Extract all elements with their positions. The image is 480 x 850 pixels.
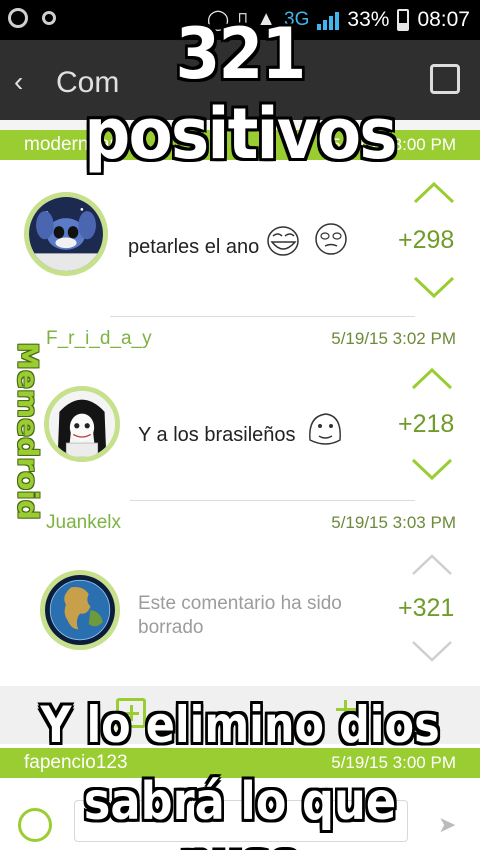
- comment-username[interactable]: Juankelx: [46, 512, 121, 534]
- avatar[interactable]: [24, 192, 108, 276]
- upvote-button[interactable]: [412, 180, 456, 206]
- downvote-button[interactable]: [410, 638, 454, 664]
- divider: [130, 500, 415, 501]
- comment-timestamp: 5/19/15 3:03 PM: [331, 513, 456, 532]
- downvote-button[interactable]: [412, 274, 456, 300]
- caption-bottom-line2: sabrá lo que puso: [83, 772, 397, 850]
- jeff-the-killer-avatar-image: [49, 391, 115, 457]
- me-gusta-face-icon: [315, 223, 347, 255]
- upvote-button[interactable]: [410, 552, 454, 578]
- watermark-text: Memedroid: [11, 341, 45, 520]
- memedroid-watermark: Memedroid: [10, 342, 46, 520]
- comment-username[interactable]: F_r_i_d_a_y: [46, 328, 152, 350]
- vote-score: +298: [398, 226, 455, 254]
- caption-bottom-line1: Y lo elimino dios: [40, 696, 440, 754]
- downvote-button[interactable]: [410, 456, 454, 482]
- caption-top: 321 positivos: [84, 13, 397, 175]
- comment-text: Y a los brasileños: [138, 424, 296, 446]
- deleted-comment-text: Este comentario ha sido borrado: [138, 593, 342, 638]
- divider: [110, 316, 415, 317]
- chevron-down-icon: [411, 458, 453, 481]
- chevron-up-icon: [412, 554, 452, 575]
- chevron-up-icon: [411, 367, 453, 390]
- comment-timestamp: 5/19/15 3:00 PM: [331, 753, 456, 772]
- globe-avatar-image: [45, 575, 115, 645]
- rage-face-icon: [309, 413, 341, 445]
- vote-score: +218: [398, 410, 455, 438]
- avatar[interactable]: [44, 386, 120, 462]
- avatar[interactable]: [40, 570, 120, 650]
- chevron-down-icon: [413, 276, 455, 299]
- stitch-avatar-image: [29, 197, 103, 271]
- upvote-button[interactable]: [410, 366, 454, 392]
- vote-score: +321: [398, 594, 455, 622]
- comment-text: petarles el ano: [128, 236, 260, 258]
- reply-header: F_r_i_d_a_y 5/19/15 3:02 PM: [0, 324, 480, 354]
- troll-face-icon: [267, 226, 299, 256]
- reply-header: Juankelx 5/19/15 3:03 PM: [0, 508, 480, 538]
- comment-timestamp: 5/19/15 3:02 PM: [331, 329, 456, 348]
- chevron-down-icon: [412, 641, 452, 662]
- comment-username[interactable]: fapencio123: [24, 752, 128, 774]
- chevron-up-icon: [413, 181, 455, 204]
